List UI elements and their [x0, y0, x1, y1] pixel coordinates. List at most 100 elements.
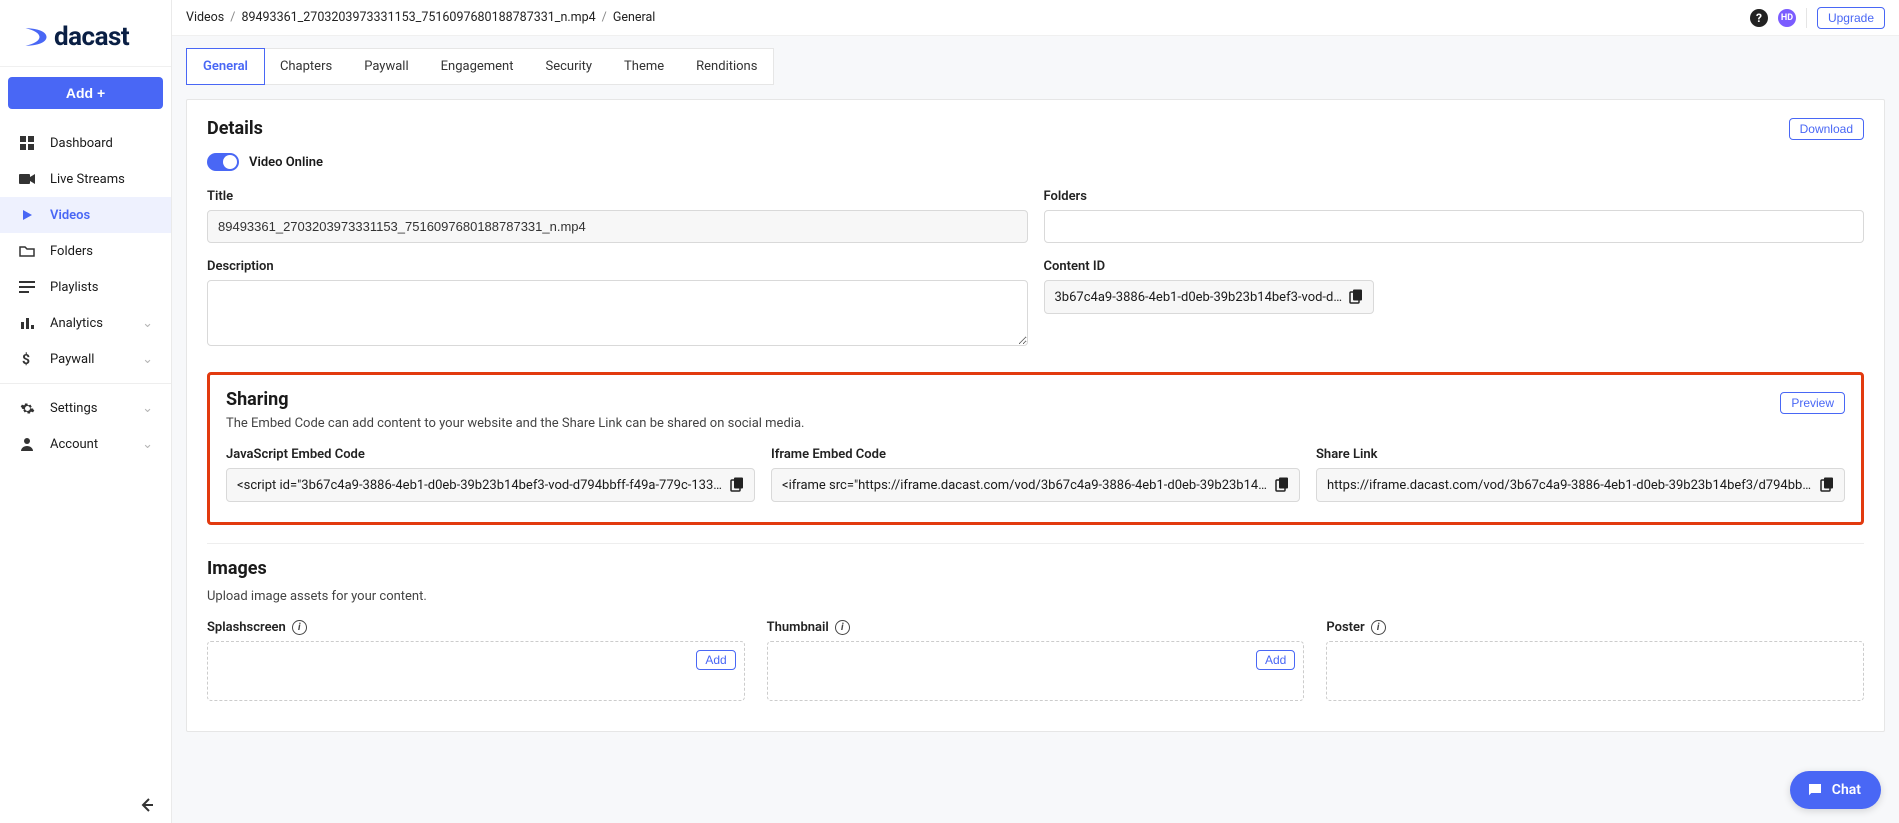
- brand-text: dacast: [54, 22, 129, 52]
- main: Videos / 89493361_2703203973331153_75160…: [172, 0, 1899, 823]
- arrow-left-icon: [137, 795, 157, 815]
- js-embed-value: <script id="3b67c4a9-3886-4eb1-d0eb-39b2…: [237, 478, 724, 493]
- sidebar-item-analytics[interactable]: Analytics ⌄: [0, 305, 171, 341]
- dollar-icon: $: [18, 351, 36, 367]
- tab-chapters[interactable]: Chapters: [264, 49, 348, 84]
- poster-dropzone[interactable]: [1326, 641, 1864, 701]
- copy-iframe-button[interactable]: [1269, 473, 1293, 497]
- sidebar-item-account[interactable]: Account ⌄: [0, 426, 171, 462]
- splash-dropzone[interactable]: Add: [207, 641, 745, 701]
- breadcrumb: Videos / 89493361_2703203973331153_75160…: [186, 10, 655, 25]
- title-input[interactable]: [207, 210, 1028, 243]
- sidebar-item-dashboard[interactable]: Dashboard: [0, 125, 171, 161]
- thumb-label: Thumbnail: [767, 620, 829, 635]
- sidebar-item-videos[interactable]: Videos: [0, 197, 171, 233]
- video-online-toggle[interactable]: [207, 153, 239, 171]
- topbar: Videos / 89493361_2703203973331153_75160…: [172, 0, 1899, 36]
- sidebar-item-paywall[interactable]: $ Paywall ⌄: [0, 341, 171, 377]
- copy-icon: [728, 477, 744, 493]
- sidebar-item-label: Account: [50, 437, 98, 452]
- play-icon: [18, 208, 36, 222]
- copy-contentid-button[interactable]: [1343, 285, 1367, 309]
- sharing-section: Sharing Preview The Embed Code can add c…: [207, 372, 1864, 525]
- tab-renditions[interactable]: Renditions: [680, 49, 773, 84]
- panel-general: Details Download Video Online Title Fo: [186, 99, 1885, 732]
- sidebar-item-label: Live Streams: [50, 172, 125, 187]
- iframe-embed-value: <iframe src="https://iframe.dacast.com/v…: [782, 478, 1269, 493]
- add-button[interactable]: Add +: [8, 77, 163, 109]
- sidebar-item-label: Dashboard: [50, 136, 113, 151]
- chat-label: Chat: [1832, 782, 1861, 798]
- add-splash-button[interactable]: Add: [696, 650, 735, 670]
- upgrade-button[interactable]: Upgrade: [1817, 7, 1885, 29]
- details-heading: Details: [207, 118, 263, 139]
- info-icon[interactable]: i: [1371, 620, 1386, 635]
- chat-icon: [1806, 781, 1824, 799]
- tab-general[interactable]: General: [186, 48, 265, 85]
- sharing-desc: The Embed Code can add content to your w…: [226, 416, 1845, 431]
- sidebar-item-label: Analytics: [50, 316, 103, 331]
- sidebar-item-livestreams[interactable]: Live Streams: [0, 161, 171, 197]
- sidebar-item-settings[interactable]: Settings ⌄: [0, 390, 171, 426]
- chevron-down-icon: ⌄: [142, 316, 153, 331]
- camera-icon: [18, 173, 36, 185]
- iframe-embed-label: Iframe Embed Code: [771, 447, 1300, 462]
- chevron-down-icon: ⌄: [142, 352, 153, 367]
- chat-fab[interactable]: Chat: [1790, 771, 1881, 809]
- images-desc: Upload image assets for your content.: [207, 589, 1864, 604]
- brand-icon: [22, 23, 50, 51]
- gear-icon: [18, 401, 36, 416]
- folders-label: Folders: [1044, 189, 1865, 204]
- sidebar: dacast Add + Dashboard Live Streams: [0, 0, 172, 823]
- contentid-label: Content ID: [1044, 259, 1865, 274]
- analytics-icon: [18, 316, 36, 330]
- breadcrumb-file[interactable]: 89493361_2703203973331153_75160976801887…: [241, 10, 595, 25]
- share-link-value: https://iframe.dacast.com/vod/3b67c4a9-3…: [1327, 478, 1814, 493]
- avatar[interactable]: HD: [1778, 9, 1796, 27]
- copy-icon: [1347, 289, 1363, 305]
- sidebar-item-label: Settings: [50, 401, 97, 416]
- sidebar-item-playlists[interactable]: Playlists: [0, 269, 171, 305]
- preview-button[interactable]: Preview: [1780, 392, 1845, 414]
- copy-icon: [1273, 477, 1289, 493]
- logo: dacast: [0, 0, 171, 67]
- nav: Dashboard Live Streams Videos Folders: [0, 119, 171, 462]
- breadcrumb-root[interactable]: Videos: [186, 10, 224, 25]
- folder-icon: [18, 244, 36, 258]
- dashboard-icon: [18, 135, 36, 151]
- tab-security[interactable]: Security: [529, 49, 608, 84]
- description-label: Description: [207, 259, 1028, 274]
- folders-input[interactable]: [1044, 210, 1865, 243]
- images-heading: Images: [207, 558, 1864, 579]
- tab-theme[interactable]: Theme: [608, 49, 680, 84]
- breadcrumb-leaf: General: [613, 10, 656, 25]
- help-icon[interactable]: ?: [1750, 9, 1768, 27]
- person-icon: [18, 437, 36, 451]
- description-input[interactable]: [207, 280, 1028, 346]
- sidebar-item-label: Folders: [50, 244, 93, 259]
- contentid-value: 3b67c4a9-3886-4eb1-d0eb-39b23b14bef3-vod…: [1055, 290, 1343, 305]
- splash-label: Splashscreen: [207, 620, 286, 635]
- collapse-sidebar-button[interactable]: [137, 795, 157, 815]
- copy-js-button[interactable]: [724, 473, 748, 497]
- info-icon[interactable]: i: [835, 620, 850, 635]
- thumb-dropzone[interactable]: Add: [767, 641, 1305, 701]
- list-icon: [18, 281, 36, 293]
- share-link-label: Share Link: [1316, 447, 1845, 462]
- tab-paywall[interactable]: Paywall: [348, 49, 424, 84]
- tabs: General Chapters Paywall Engagement Secu…: [186, 48, 774, 85]
- tab-engagement[interactable]: Engagement: [425, 49, 530, 84]
- download-button[interactable]: Download: [1789, 118, 1864, 140]
- sharing-heading: Sharing: [226, 389, 289, 410]
- copy-icon: [1818, 477, 1834, 493]
- poster-label: Poster: [1326, 620, 1364, 635]
- info-icon[interactable]: i: [292, 620, 307, 635]
- js-embed-label: JavaScript Embed Code: [226, 447, 755, 462]
- title-label: Title: [207, 189, 1028, 204]
- chevron-down-icon: ⌄: [142, 437, 153, 452]
- svg-text:$: $: [22, 351, 30, 367]
- add-thumb-button[interactable]: Add: [1256, 650, 1295, 670]
- sidebar-item-folders[interactable]: Folders: [0, 233, 171, 269]
- copy-share-button[interactable]: [1814, 473, 1838, 497]
- sidebar-item-label: Paywall: [50, 352, 94, 367]
